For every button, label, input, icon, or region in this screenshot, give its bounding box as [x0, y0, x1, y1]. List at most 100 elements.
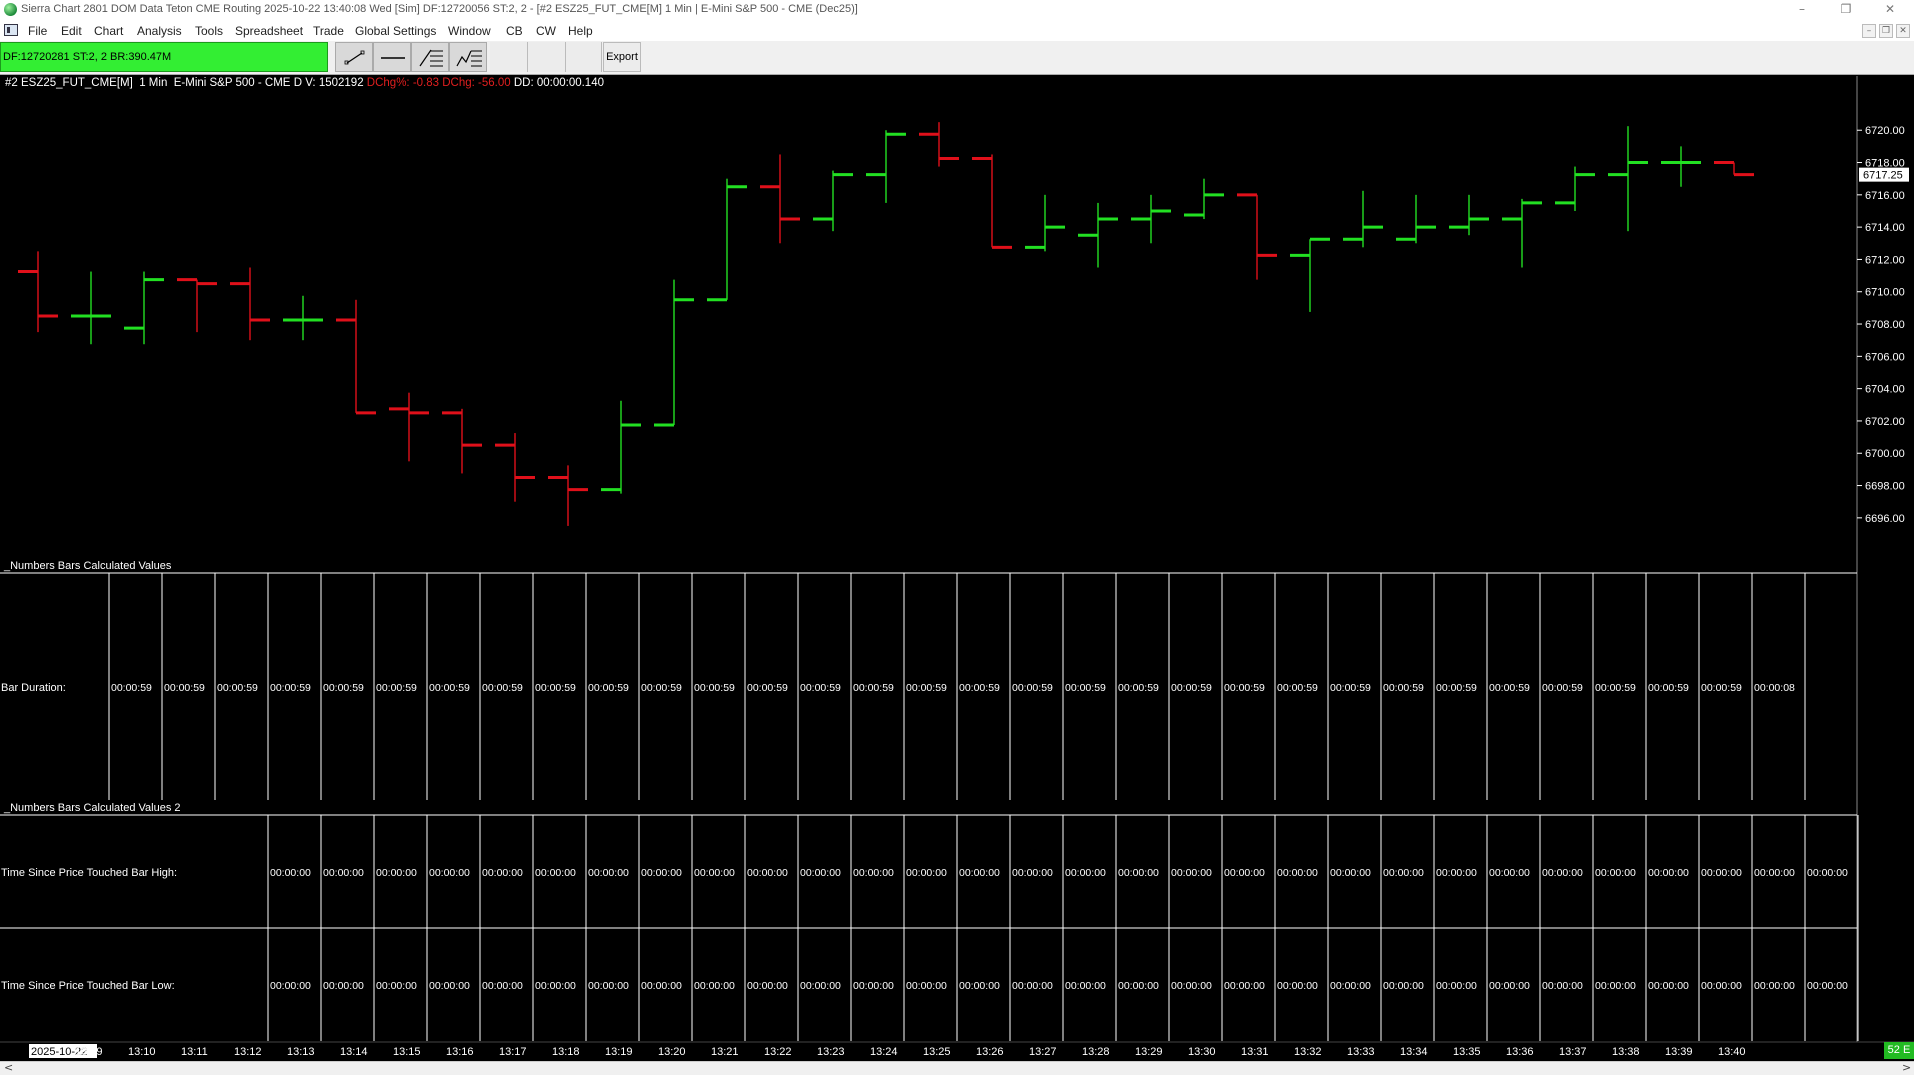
ohlc-bar: [1608, 126, 1648, 232]
time-since-low-value: 00:00:00: [906, 980, 947, 992]
time-since-high-value: 00:00:00: [1807, 867, 1848, 879]
ohlc-bar: [1290, 237, 1330, 312]
time-since-high-value: 00:00:00: [1330, 867, 1371, 879]
time-since-high-value: 00:00:00: [747, 867, 788, 879]
bar-duration-value: 00:00:59: [588, 682, 629, 694]
time-since-high-value: 00:00:00: [853, 867, 894, 879]
ohlc-bar: [654, 279, 694, 427]
x-tick-label: 13:37: [1559, 1046, 1587, 1058]
time-since-high-value: 00:00:00: [1224, 867, 1265, 879]
bar-duration-value: 00:00:59: [217, 682, 258, 694]
x-tick-label: 13:39: [1665, 1046, 1693, 1058]
bar-duration-value: 00:00:59: [270, 682, 311, 694]
x-tick-label: 13:35: [1453, 1046, 1481, 1058]
time-since-high-value: 00:00:00: [800, 867, 841, 879]
time-since-low-value: 00:00:00: [1012, 980, 1053, 992]
ohlc-bar: [1025, 194, 1065, 252]
x-tick-label: 13:22: [764, 1046, 792, 1058]
ohlc-bar: [1131, 194, 1171, 244]
time-since-high-value: 00:00:00: [641, 867, 682, 879]
x-tick-label: 13:17: [499, 1046, 527, 1058]
bar-duration-value: 00:00:59: [482, 682, 523, 694]
time-since-high-value: 00:00:00: [1542, 867, 1583, 879]
status-badge: 52 E: [1884, 1042, 1914, 1059]
y-tick-label: 6712.00: [1865, 254, 1905, 266]
y-tick-label: 6710.00: [1865, 287, 1905, 299]
scroll-right-icon[interactable]: >: [1902, 1061, 1911, 1074]
time-since-low-value: 00:00:00: [1118, 980, 1159, 992]
bar-duration-value: 00:00:59: [853, 682, 894, 694]
bar-duration-label: Bar Duration:: [1, 682, 66, 694]
bar-duration-value: 00:00:59: [641, 682, 682, 694]
ohlc-bar: [336, 299, 376, 415]
ohlc-bar: [495, 433, 535, 502]
x-tick-label: 13:25: [923, 1046, 951, 1058]
time-since-low-value: 00:00:00: [747, 980, 788, 992]
x-tick-label: 13:13: [287, 1046, 315, 1058]
x-tick-label: 13:23: [817, 1046, 845, 1058]
ohlc-bar: [813, 170, 853, 232]
x-tick-label: 13:12: [234, 1046, 262, 1058]
x-tick-label: 13:38: [1612, 1046, 1640, 1058]
x-tick-label: 13:31: [1241, 1046, 1269, 1058]
time-since-low-value: 00:00:00: [1383, 980, 1424, 992]
time-since-high-value: 00:00:00: [482, 867, 523, 879]
ohlc-bar: [1555, 166, 1595, 211]
bar-duration-value: 00:00:59: [1171, 682, 1212, 694]
ohlc-bar: [972, 154, 1012, 249]
ohlc-bar: [124, 271, 164, 345]
time-since-low-value: 00:00:00: [588, 980, 629, 992]
ohlc-bar: [71, 271, 111, 345]
horizontal-scrollbar[interactable]: < >: [0, 1061, 1914, 1075]
y-tick-label: 6698.00: [1865, 481, 1905, 493]
time-since-low-value: 00:00:00: [1595, 980, 1636, 992]
bar-duration-value: 00:00:59: [1277, 682, 1318, 694]
time-since-high-value: 00:00:00: [1012, 867, 1053, 879]
x-tick-label: 13:18: [552, 1046, 580, 1058]
ohlc-bar: [442, 408, 482, 474]
y-tick-label: 6706.00: [1865, 351, 1905, 363]
time-since-high-value: 00:00:00: [1701, 867, 1742, 879]
time-since-low-value: 00:00:00: [1754, 980, 1795, 992]
ohlc-bar: [866, 130, 906, 203]
ohlc-bar: [919, 122, 959, 167]
time-since-high-value: 00:00:00: [1118, 867, 1159, 879]
bar-duration-value: 00:00:59: [1012, 682, 1053, 694]
time-since-high-value: 00:00:00: [1595, 867, 1636, 879]
time-since-low-value: 00:00:00: [1330, 980, 1371, 992]
bar-duration-value: 00:00:59: [376, 682, 417, 694]
time-since-low-value: 00:00:00: [641, 980, 682, 992]
time-since-low-value: 00:00:00: [429, 980, 470, 992]
time-since-high-value: 00:00:00: [694, 867, 735, 879]
x-tick-label: 13:10: [128, 1046, 156, 1058]
ohlc-bar: [283, 295, 323, 341]
time-since-high-value: 00:00:00: [376, 867, 417, 879]
x-tick-label: 13:26: [976, 1046, 1004, 1058]
bar-duration-value: 00:00:59: [1595, 682, 1636, 694]
ohlc-bar: [707, 178, 747, 302]
y-tick-label: 6708.00: [1865, 319, 1905, 331]
last-price-label: 6717.25: [1863, 170, 1903, 182]
x-tick-label: 13:36: [1506, 1046, 1534, 1058]
bar-duration-value: 00:00:59: [1542, 682, 1583, 694]
scroll-left-icon[interactable]: <: [4, 1061, 13, 1074]
ohlc-bar: [1502, 198, 1542, 268]
time-since-low-value: 00:00:00: [1171, 980, 1212, 992]
time-since-high-value: 00:00:00: [429, 867, 470, 879]
y-tick-label: 6696.00: [1865, 513, 1905, 525]
x-tick-label: 13:27: [1029, 1046, 1057, 1058]
bar-duration-value: 00:00:59: [1701, 682, 1742, 694]
time-since-low-value: 00:00:00: [1807, 980, 1848, 992]
x-tick-label: 13:32: [1294, 1046, 1322, 1058]
x-tick-label: 13:19: [605, 1046, 633, 1058]
x-tick-label: 13:29: [1135, 1046, 1163, 1058]
x-tick-label: 13:15: [393, 1046, 421, 1058]
ohlc-bar: [18, 251, 58, 333]
time-since-high-value: 00:00:00: [270, 867, 311, 879]
ohlc-bar: [548, 465, 588, 526]
bar-duration-value: 00:00:59: [906, 682, 947, 694]
time-since-high-value: 00:00:00: [1383, 867, 1424, 879]
time-since-high-value: 00:00:00: [959, 867, 1000, 879]
chart-canvas: 6720.006718.006716.006714.006712.006710.…: [0, 76, 1914, 1058]
time-since-high-value: 00:00:00: [1436, 867, 1477, 879]
